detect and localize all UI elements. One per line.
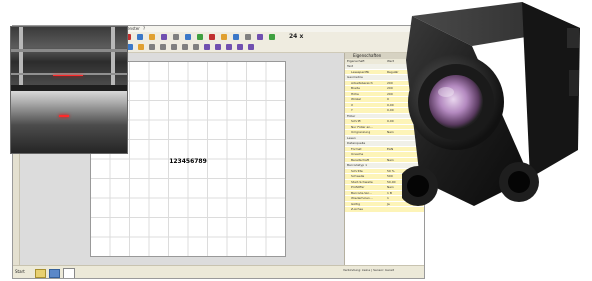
- property-value[interactable]: 1 B: [387, 191, 392, 196]
- toolbar-button[interactable]: [149, 34, 155, 40]
- property-value[interactable]: Nein: [387, 158, 394, 163]
- toolbar-button[interactable]: [138, 44, 144, 50]
- barcode-object[interactable]: 123456789: [91, 158, 285, 165]
- vision-sensor-photo: [402, 2, 580, 206]
- toolbar-button[interactable]: [173, 34, 179, 40]
- property-value[interactable]: Nein: [387, 185, 394, 190]
- property-label: Datenquelle: [347, 141, 366, 145]
- toolbar-button[interactable]: [257, 34, 263, 40]
- property-label: Lesen: [347, 135, 356, 140]
- toolbar-button[interactable]: [269, 34, 275, 40]
- zoom-level[interactable]: 24 x: [289, 33, 303, 41]
- property-label: Barcodetyp 1: [347, 163, 368, 167]
- property-value[interactable]: 200: [387, 92, 393, 97]
- tab-start[interactable]: Start: [15, 268, 25, 276]
- toolbar-button[interactable]: [197, 34, 203, 40]
- toolbar-button[interactable]: [226, 44, 232, 50]
- property-label: Prüfziffer: [351, 185, 365, 189]
- property-value[interactable]: Nein: [387, 130, 394, 135]
- lens-glass: [429, 75, 483, 129]
- toolbar-button[interactable]: [209, 34, 215, 40]
- property-label: Höhe: [351, 91, 359, 96]
- side-connector: [567, 28, 579, 48]
- property-label: Wiederholen...: [351, 196, 373, 200]
- property-label: Text: [347, 64, 354, 68]
- toolbar-button[interactable]: [204, 44, 210, 50]
- property-label: Bereitschaft: [351, 157, 370, 162]
- property-label: Nur Füller an...: [351, 124, 374, 129]
- property-value[interactable]: 0,00: [387, 103, 394, 108]
- toolbar-button[interactable]: [237, 44, 243, 50]
- doc-tab-icon-3[interactable]: [63, 268, 75, 278]
- property-value[interactable]: Regulär: [387, 70, 399, 75]
- lens-reflection: [438, 87, 454, 97]
- property-label: Breite: [351, 86, 360, 90]
- property-label: Schwelle: [351, 174, 365, 178]
- property-label: Format: [351, 146, 362, 151]
- property-label: Lesespezifik: [351, 69, 370, 74]
- metal-rail: [111, 27, 115, 85]
- property-label: X: [351, 102, 354, 107]
- toolbar-button[interactable]: [149, 44, 155, 50]
- mount-hole-right: [508, 171, 530, 193]
- property-label: Winkel: [351, 97, 361, 101]
- laser-spot: [59, 115, 69, 117]
- property-label: Füller: [347, 113, 356, 118]
- toolbar-button[interactable]: [193, 44, 199, 50]
- property-value[interactable]: 0,00: [387, 108, 394, 113]
- property-label: Gültig: [351, 201, 360, 206]
- toolbar-button[interactable]: [160, 44, 166, 50]
- camera-image-view: [10, 26, 128, 154]
- property-label: Ursache: [351, 152, 364, 156]
- property-label: Geometrie: [347, 75, 363, 79]
- doc-tab-icon-2[interactable]: [49, 269, 60, 278]
- status-bar: Start Verbindung: keine | Sensor: bereit: [13, 265, 424, 278]
- metal-rail: [19, 27, 23, 85]
- toolbar-button[interactable]: [233, 34, 239, 40]
- property-value[interactable]: 50 %: [387, 169, 395, 174]
- toolbar-button[interactable]: [171, 44, 177, 50]
- doc-tab-icon-1[interactable]: [35, 269, 46, 278]
- property-value[interactable]: 500: [387, 174, 393, 179]
- property-value[interactable]: 200: [387, 86, 393, 91]
- property-label: Barcode-Ver...: [351, 190, 372, 195]
- property-value[interactable]: 200: [387, 81, 393, 86]
- property-value[interactable]: EAN: [387, 147, 393, 152]
- property-label: Umgrenzung: [351, 130, 371, 134]
- toolbar-button[interactable]: [215, 44, 221, 50]
- property-label: Start-Schwelle: [351, 179, 373, 184]
- toolbar-button[interactable]: [182, 44, 188, 50]
- property-value[interactable]: 0,00: [387, 119, 394, 124]
- property-label: Y: [351, 108, 353, 112]
- metal-bar: [11, 49, 127, 52]
- laser-line-upper: [53, 75, 83, 76]
- property-label: Schrift: [351, 119, 361, 123]
- property-value[interactable]: Ja: [387, 202, 390, 207]
- toolbar-button[interactable]: [245, 34, 251, 40]
- property-value[interactable]: 50,00: [387, 180, 396, 185]
- toolbar-button[interactable]: [248, 44, 254, 50]
- toolbar-button[interactable]: [221, 34, 227, 40]
- toolbar-button[interactable]: [137, 34, 143, 40]
- side-connector: [569, 70, 579, 96]
- toolbar-button[interactable]: [161, 34, 167, 40]
- status-text: Verbindung: keine | Sensor: bereit: [343, 268, 395, 272]
- toolbar-button[interactable]: [185, 34, 191, 40]
- property-label: Schritte: [351, 168, 363, 173]
- mount-hole-left: [407, 175, 429, 197]
- camera-image-top: [11, 27, 127, 85]
- property-label: Z-Achse: [351, 207, 363, 211]
- camera-image-bottom: [11, 91, 127, 153]
- property-value[interactable]: 0: [387, 97, 389, 102]
- property-label: Arbeitsbereich: [351, 80, 373, 85]
- property-value[interactable]: 1: [387, 196, 389, 201]
